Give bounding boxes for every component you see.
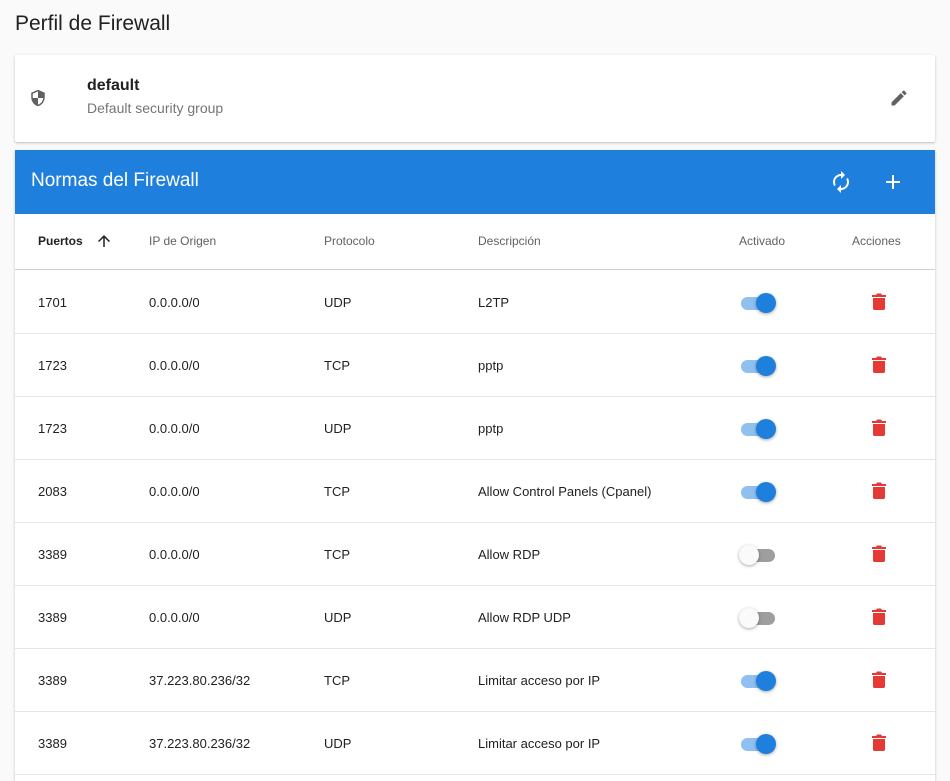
cell-description: pptp	[478, 421, 504, 436]
cell-protocol: UDP	[324, 736, 352, 751]
cell-description: pptp	[478, 358, 504, 373]
enabled-toggle[interactable]	[739, 607, 777, 629]
cell-port: 3389	[38, 673, 67, 688]
table-row: 1701 0.0.0.0/0 UDP L2TP	[15, 271, 935, 334]
toggle-knob	[756, 356, 776, 376]
cell-ip: 37.223.80.236/32	[149, 736, 251, 751]
cell-protocol: TCP	[324, 547, 350, 562]
profile-description: Default security group	[87, 100, 224, 116]
cell-port: 1701	[38, 295, 67, 310]
cell-port: 2083	[38, 484, 67, 499]
firewall-rules-card: Normas del Firewall Puertos IP de Origen…	[15, 150, 935, 781]
enabled-toggle[interactable]	[739, 670, 777, 692]
enabled-toggle[interactable]	[739, 355, 777, 377]
table-row: 3389 0.0.0.0/0 TCP Allow RDP	[15, 523, 935, 586]
cell-protocol: UDP	[324, 610, 352, 625]
column-header-ip[interactable]: IP de Origen	[149, 234, 216, 248]
delete-icon[interactable]	[872, 293, 886, 310]
cell-protocol: UDP	[324, 295, 352, 310]
column-header-enabled[interactable]: Activado	[739, 234, 785, 248]
enabled-toggle[interactable]	[739, 481, 777, 503]
enabled-toggle[interactable]	[739, 418, 777, 440]
cell-description: Allow RDP	[478, 547, 541, 562]
cell-ip: 0.0.0.0/0	[149, 421, 200, 436]
toggle-knob	[756, 734, 776, 754]
delete-icon[interactable]	[872, 671, 886, 688]
cell-ip: 0.0.0.0/0	[149, 547, 200, 562]
column-header-protocol[interactable]: Protocolo	[324, 234, 375, 248]
cell-description: L2TP	[478, 295, 510, 310]
cell-port: 1723	[38, 421, 67, 436]
profile-card: default Default security group	[15, 55, 935, 142]
delete-icon[interactable]	[872, 419, 886, 436]
table-header: Puertos IP de Origen Protocolo Descripci…	[15, 214, 935, 270]
cell-port: 3389	[38, 547, 67, 562]
column-header-actions: Acciones	[852, 234, 901, 248]
cell-ip: 0.0.0.0/0	[149, 484, 200, 499]
cell-ip: 0.0.0.0/0	[149, 358, 200, 373]
table-row: 3389 37.223.80.236/32 UDP Limitar acceso po…	[15, 712, 935, 775]
table-row: 2083 0.0.0.0/0 TCP Allow Control Panels (Cp…	[15, 460, 935, 523]
cell-ip: 0.0.0.0/0	[149, 610, 200, 625]
column-header-port[interactable]: Puertos	[38, 234, 83, 248]
cell-description: Allow RDP UDP	[478, 610, 571, 625]
cell-description: Limitar acceso por IP	[478, 673, 601, 688]
rules-title: Normas del Firewall	[31, 170, 199, 191]
enabled-toggle[interactable]	[739, 292, 777, 314]
cell-port: 3389	[38, 736, 67, 751]
column-header-description[interactable]: Descripción	[478, 234, 541, 248]
table-row: 1723 0.0.0.0/0 TCP pptp	[15, 334, 935, 397]
profile-name: default	[87, 77, 140, 94]
refresh-icon[interactable]	[829, 170, 853, 194]
toggle-knob	[739, 545, 759, 565]
cell-protocol: TCP	[324, 358, 350, 373]
cell-description: Limitar acceso por IP	[478, 736, 601, 751]
rules-header: Normas del Firewall	[15, 150, 935, 214]
cell-ip: 0.0.0.0/0	[149, 295, 200, 310]
delete-icon[interactable]	[872, 734, 886, 751]
cell-protocol: TCP	[324, 484, 350, 499]
cell-port: 3389	[38, 610, 67, 625]
shield-icon	[31, 89, 45, 107]
table-row: 3389 0.0.0.0/0 UDP Allow RDP UDP	[15, 586, 935, 649]
toggle-knob	[756, 482, 776, 502]
toggle-knob	[756, 293, 776, 313]
toggle-knob	[739, 608, 759, 628]
cell-protocol: TCP	[324, 673, 350, 688]
delete-icon[interactable]	[872, 482, 886, 499]
pencil-icon[interactable]	[889, 88, 909, 108]
toggle-knob	[756, 419, 776, 439]
table-row: 3389 37.223.80.236/32 TCP Limitar acceso po…	[15, 649, 935, 712]
delete-icon[interactable]	[872, 608, 886, 625]
delete-icon[interactable]	[872, 356, 886, 373]
cell-protocol: UDP	[324, 421, 352, 436]
plus-icon[interactable]	[881, 170, 905, 194]
enabled-toggle[interactable]	[739, 544, 777, 566]
sort-ascending-icon[interactable]	[95, 232, 113, 250]
toggle-knob	[756, 671, 776, 691]
cell-description: Allow Control Panels (Cpanel)	[478, 484, 652, 499]
delete-icon[interactable]	[872, 545, 886, 562]
cell-ip: 37.223.80.236/32	[149, 673, 251, 688]
cell-port: 1723	[38, 358, 67, 373]
table-row: 1723 0.0.0.0/0 UDP pptp	[15, 397, 935, 460]
enabled-toggle[interactable]	[739, 733, 777, 755]
page-title: Perfil de Firewall	[15, 12, 171, 35]
